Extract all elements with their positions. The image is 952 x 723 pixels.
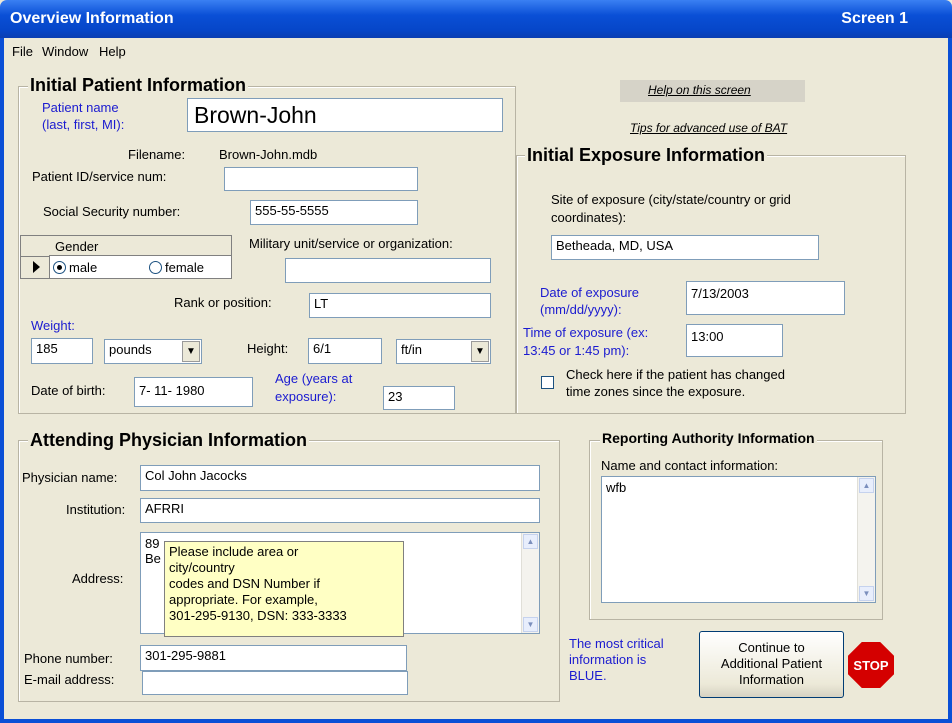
military-label: Military unit/service or organization:: [249, 236, 453, 251]
critical-note-1: The most critical: [569, 636, 664, 651]
scroll-up-icon[interactable]: ▲: [859, 478, 874, 493]
institution-input[interactable]: AFRRI: [140, 498, 540, 523]
filename-value: Brown-John.mdb: [219, 147, 318, 162]
weight-label: Weight:: [31, 318, 75, 333]
window-frame-right: [948, 38, 952, 723]
age-label-1: Age (years at: [275, 371, 353, 386]
weight-unit-select[interactable]: pounds ▼: [104, 339, 202, 364]
height-unit-select[interactable]: ft/in ▼: [396, 339, 491, 364]
exposure-date-input[interactable]: 7/13/2003: [686, 281, 845, 315]
patient-name-label-2: (last, first, MI):: [42, 117, 125, 132]
physician-name-label: Physician name:: [22, 470, 118, 485]
timezone-checkbox[interactable]: [541, 376, 554, 389]
scroll-down-icon[interactable]: ▼: [523, 617, 538, 632]
menu-window[interactable]: Window: [42, 44, 88, 59]
military-input[interactable]: [285, 258, 491, 283]
address-scrollbar[interactable]: ▲ ▼: [521, 533, 539, 633]
phone-label: Phone number:: [24, 651, 113, 666]
gender-male-option[interactable]: male: [53, 260, 97, 275]
radio-empty-icon: [149, 261, 162, 274]
timezone-label-1: Check here if the patient has changed: [566, 367, 785, 382]
window-frame-left: [0, 38, 4, 723]
phone-input[interactable]: 301-295-9881: [140, 645, 407, 671]
tips-link[interactable]: Tips for advanced use of BAT: [630, 121, 787, 135]
dob-input[interactable]: 7- 11- 1980: [134, 377, 253, 407]
menu-file[interactable]: File: [12, 44, 33, 59]
gender-female-option[interactable]: female: [149, 260, 204, 275]
patient-info-title: Initial Patient Information: [28, 75, 249, 96]
stop-sign-icon: STOP: [848, 642, 894, 688]
age-label-2: exposure):: [275, 389, 337, 404]
radio-selected-icon: [53, 261, 66, 274]
patient-id-input[interactable]: [224, 167, 418, 191]
age-input[interactable]: 23: [383, 386, 455, 410]
critical-note-3: BLUE.: [569, 668, 607, 683]
institution-label: Institution:: [66, 502, 126, 517]
exposure-time-label-1: Time of exposure (ex:: [523, 325, 649, 340]
reporting-contact-label: Name and contact information:: [601, 458, 779, 473]
exposure-date-label-1: Date of exposure: [540, 285, 640, 300]
site-label-2: coordinates):: [551, 210, 627, 225]
help-link[interactable]: Help on this screen: [648, 83, 751, 97]
weight-input[interactable]: 185: [31, 338, 93, 364]
dropdown-arrow-icon[interactable]: ▼: [182, 341, 200, 362]
critical-note-2: information is: [569, 652, 647, 667]
email-label: E-mail address:: [24, 672, 115, 687]
rank-label: Rank or position:: [174, 295, 272, 310]
dropdown-arrow-icon[interactable]: ▼: [471, 341, 489, 362]
continue-button[interactable]: Continue to Additional Patient Informati…: [699, 631, 844, 698]
height-label: Height:: [247, 341, 289, 356]
window-title: Overview Information: [10, 10, 174, 27]
site-label-1: Site of exposure (city/state/country or …: [551, 192, 791, 207]
reporting-info-title: Reporting Authority Information: [600, 430, 817, 446]
patient-id-label: Patient ID/service num:: [32, 169, 167, 184]
gender-row-selector: [21, 236, 50, 278]
address-help-tooltip: Please include area or city/country code…: [164, 541, 404, 637]
exposure-date-label-2: (mm/dd/yyyy):: [540, 302, 622, 317]
menu-help[interactable]: Help: [99, 44, 126, 59]
gender-grid: Gender male female: [20, 235, 232, 279]
scroll-down-icon[interactable]: ▼: [859, 586, 874, 601]
menu-bar: File Window Help: [4, 38, 948, 66]
scroll-up-icon[interactable]: ▲: [523, 534, 538, 549]
patient-name-label-1: Patient name: [42, 100, 119, 115]
window-frame-bottom: [0, 719, 952, 723]
exposure-time-label-2: 13:45 or 1:45 pm):: [523, 343, 630, 358]
height-input[interactable]: 6/1: [308, 338, 382, 364]
site-input[interactable]: Betheada, MD, USA: [551, 235, 819, 260]
timezone-label-2: time zones since the exposure.: [566, 384, 746, 399]
patient-name-input[interactable]: Brown-John: [187, 98, 503, 132]
exposure-time-input[interactable]: 13:00: [686, 324, 783, 357]
gender-header: Gender: [49, 236, 231, 256]
screen-number: Screen 1: [841, 10, 908, 27]
address-label: Address:: [72, 571, 124, 586]
filename-label: Filename:: [128, 147, 186, 162]
dob-label: Date of birth:: [31, 383, 106, 398]
ssn-label: Social Security number:: [43, 204, 181, 219]
row-pointer-icon: [33, 261, 40, 273]
physician-name-input[interactable]: Col John Jacocks: [140, 465, 540, 491]
rank-input[interactable]: LT: [309, 293, 491, 318]
physician-info-title: Attending Physician Information: [28, 430, 310, 451]
exposure-info-title: Initial Exposure Information: [525, 145, 768, 166]
ssn-input[interactable]: 555-55-5555: [250, 200, 418, 225]
email-input[interactable]: [142, 671, 408, 695]
reporting-scrollbar[interactable]: ▲ ▼: [857, 477, 875, 602]
reporting-contact-textarea[interactable]: wfb ▲ ▼: [601, 476, 876, 603]
